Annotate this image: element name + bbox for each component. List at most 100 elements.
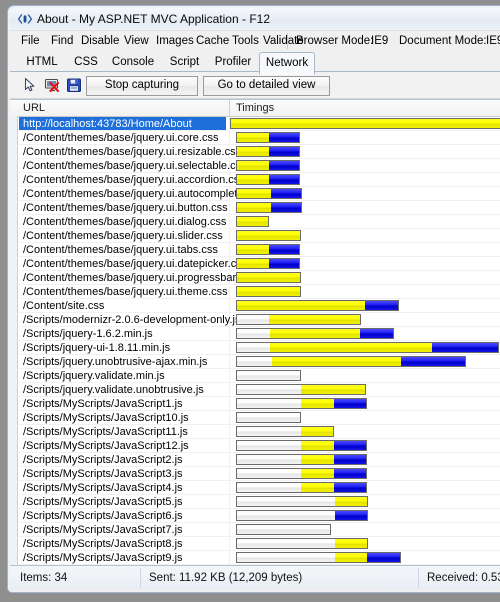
table-row[interactable]: /Scripts/MyScripts/JavaScript11.js [10, 425, 500, 439]
grid-row-container: http://localhost:43783/Home/About/Conten… [10, 117, 500, 566]
status-separator-2 [418, 568, 419, 588]
row-column-divider [229, 327, 230, 341]
export-save-icon[interactable] [66, 77, 82, 93]
status-sent-bytes: Sent: 11.92 KB (12,209 bytes) [149, 572, 303, 584]
cell-url: /Scripts/MyScripts/JavaScript4.js [23, 482, 183, 494]
cell-timing-bar [236, 286, 301, 297]
table-row[interactable]: /Content/themes/base/jquery.ui.button.cs… [10, 201, 500, 215]
cell-timing-bar [236, 440, 367, 451]
timing-segment-blu [360, 329, 393, 338]
table-row[interactable]: /Content/themes/base/jquery.ui.slider.cs… [10, 229, 500, 243]
timing-segment-blu [268, 147, 299, 156]
clear-entries-icon[interactable] [44, 77, 60, 93]
table-row[interactable]: /Scripts/MyScripts/JavaScript7.js [10, 523, 500, 537]
table-row[interactable]: /Scripts/MyScripts/JavaScript8.js [10, 537, 500, 551]
tab-html[interactable]: HTML [20, 53, 64, 72]
table-row[interactable]: /Content/themes/base/jquery.ui.autocompl… [10, 187, 500, 201]
cell-timing-bar [236, 300, 399, 311]
timing-segment-blu [333, 399, 366, 408]
timing-segment-yel [237, 147, 269, 156]
table-row[interactable]: /Content/themes/base/jquery.ui.tabs.css [10, 243, 500, 257]
table-row[interactable]: /Content/themes/base/jquery.ui.accordion… [10, 173, 500, 187]
go-to-detailed-view-button[interactable]: Go to detailed view [203, 76, 330, 96]
tab-css[interactable]: CSS [68, 53, 104, 72]
timing-segment-yel [301, 385, 365, 394]
menu-bar: File Find Disable View Images Cache Tool… [10, 30, 500, 51]
menu-item-find[interactable]: Find [50, 34, 74, 49]
document-mode-value[interactable]: IE9 standa [486, 34, 500, 49]
status-separator-1 [140, 568, 141, 588]
column-header-url[interactable]: URL [23, 102, 45, 115]
menu-item-tools[interactable]: Tools [231, 34, 260, 49]
cell-url: /Scripts/MyScripts/JavaScript3.js [23, 468, 183, 480]
timing-segment-blu [268, 161, 299, 170]
table-row[interactable]: /Content/themes/base/jquery.ui.resizable… [10, 145, 500, 159]
timing-segment-yel [237, 259, 269, 268]
table-row[interactable]: /Content/themes/base/jquery.ui.dialog.cs… [10, 215, 500, 229]
cell-timing-bar [236, 370, 301, 381]
table-row[interactable]: /Scripts/jquery-ui-1.8.11.min.js [10, 341, 500, 355]
column-divider[interactable] [229, 100, 230, 116]
cell-timing-bar [236, 412, 301, 423]
table-row[interactable]: /Scripts/MyScripts/JavaScript5.js [10, 495, 500, 509]
table-row[interactable]: /Content/themes/base/jquery.ui.progressb… [10, 271, 500, 285]
timing-segment-wait [237, 469, 301, 478]
table-row[interactable]: /Content/site.css [10, 299, 500, 313]
menu-item-view[interactable]: View [123, 34, 150, 49]
tab-profiler[interactable]: Profiler [208, 53, 258, 72]
cell-url: /Content/themes/base/jquery.ui.slider.cs… [23, 230, 223, 242]
table-row[interactable]: /Scripts/jquery.unobtrusive-ajax.min.js [10, 355, 500, 369]
table-row[interactable]: /Scripts/jquery-1.6.2.min.js [10, 327, 500, 341]
table-row[interactable]: /Scripts/MyScripts/JavaScript12.js [10, 439, 500, 453]
cell-timing-bar [236, 426, 334, 437]
table-row[interactable]: /Scripts/MyScripts/JavaScript2.js [10, 453, 500, 467]
table-row[interactable]: /Scripts/MyScripts/JavaScript9.js [10, 551, 500, 565]
cell-url: /Scripts/jquery.validate.unobtrusive.js [23, 384, 204, 396]
timing-segment-yel [269, 315, 360, 324]
devtools-icon [17, 13, 33, 25]
table-row[interactable]: /Content/themes/base/jquery.ui.datepicke… [10, 257, 500, 271]
table-row[interactable]: /Scripts/jquery.validate.min.js [10, 369, 500, 383]
column-header-timings[interactable]: Timings [236, 102, 274, 115]
timing-segment-yel [237, 301, 366, 310]
cell-url: /Scripts/jquery-1.6.2.min.js [23, 328, 153, 340]
tab-network[interactable]: Network [259, 52, 315, 75]
timing-segment-wait [237, 497, 335, 506]
table-row[interactable]: /Scripts/MyScripts/JavaScript3.js [10, 467, 500, 481]
tab-script[interactable]: Script [162, 53, 207, 72]
menu-item-cache[interactable]: Cache [195, 34, 230, 49]
cell-timing-bar [236, 230, 301, 241]
table-row[interactable]: /Content/themes/base/jquery.ui.theme.css [10, 285, 500, 299]
browser-mode-value[interactable]: IE9 [371, 34, 388, 49]
stop-capturing-button[interactable]: Stop capturing [86, 76, 198, 96]
menu-item-file[interactable]: File [20, 34, 41, 49]
table-row[interactable]: /Scripts/MyScripts/JavaScript10.js [10, 411, 500, 425]
table-row[interactable]: http://localhost:43783/Home/About [10, 117, 500, 131]
status-items-count: Items: 34 [20, 572, 68, 584]
timing-segment-wait [237, 371, 300, 380]
timing-segment-blu [270, 203, 301, 212]
timing-segment-wait [237, 553, 335, 562]
timing-segment-yel [301, 483, 334, 492]
tab-console[interactable]: Console [105, 53, 161, 72]
table-row[interactable]: /Content/themes/base/jquery.ui.core.css [10, 131, 500, 145]
table-row[interactable]: /Scripts/MyScripts/JavaScript6.js [10, 509, 500, 523]
menu-item-disable[interactable]: Disable [80, 34, 120, 49]
cell-timing-bar [236, 328, 394, 339]
row-column-divider [229, 355, 230, 369]
menu-item-images[interactable]: Images [155, 34, 195, 49]
row-column-divider [229, 425, 230, 439]
select-element-icon[interactable] [22, 77, 38, 93]
timing-segment-yel [237, 217, 268, 226]
timing-segment-wait [237, 427, 301, 436]
table-row[interactable]: /Scripts/modernizr-2.0.6-development-onl… [10, 313, 500, 327]
table-row[interactable]: /Scripts/jquery.validate.unobtrusive.js [10, 383, 500, 397]
row-column-divider [229, 439, 230, 453]
table-row[interactable]: /Content/themes/base/jquery.ui.selectabl… [10, 159, 500, 173]
table-row[interactable]: /Scripts/MyScripts/JavaScript4.js [10, 481, 500, 495]
timing-segment-yel [237, 273, 300, 282]
cell-url: /Scripts/modernizr-2.0.6-development-onl… [23, 314, 241, 326]
cell-url: /Content/themes/base/jquery.ui.accordion… [23, 174, 245, 186]
table-row[interactable]: /Scripts/MyScripts/JavaScript1.js [10, 397, 500, 411]
row-column-divider [229, 467, 230, 481]
